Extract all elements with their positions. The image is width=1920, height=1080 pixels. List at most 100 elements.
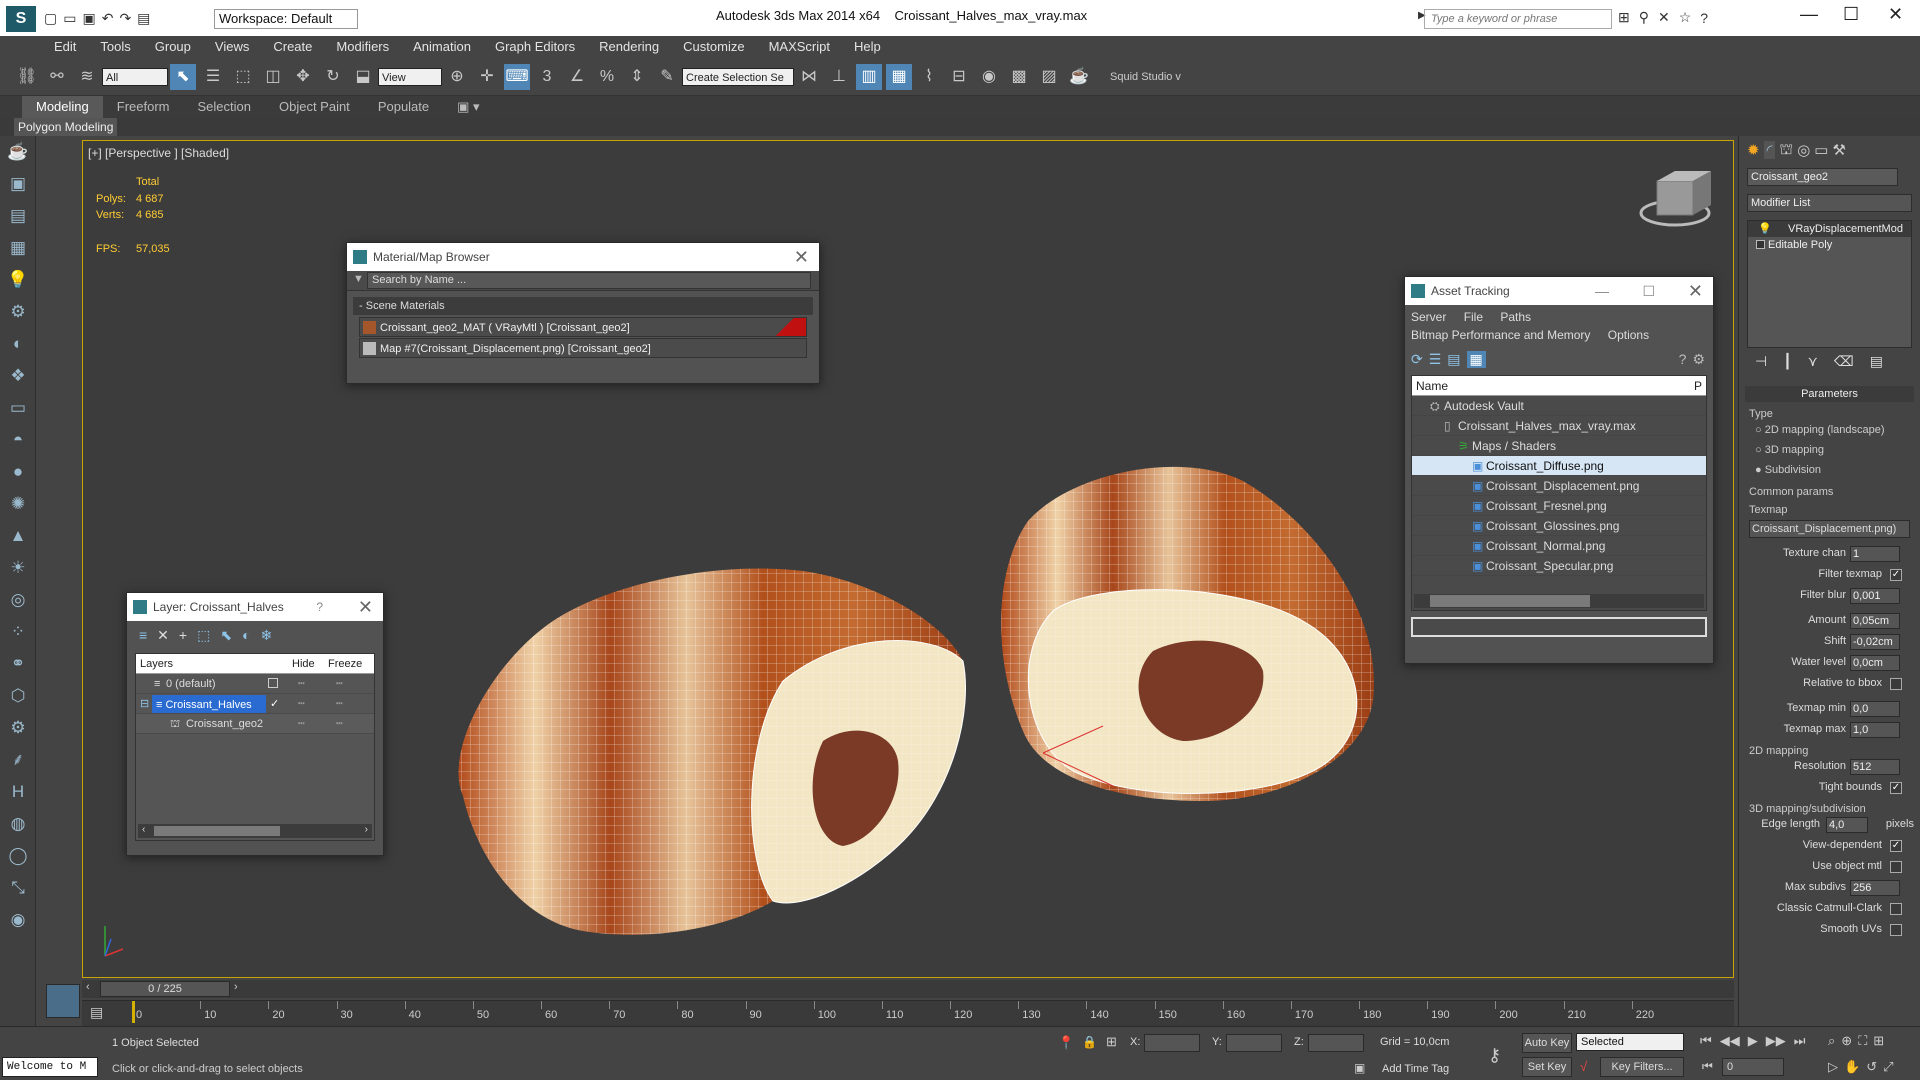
unlink-icon[interactable]: ⚯ [44,64,70,90]
scroll-left-icon[interactable]: ‹ [142,824,145,835]
scale-icon[interactable]: ⬓ [350,64,376,90]
column-name[interactable]: Name [1416,379,1448,393]
helper-icon[interactable]: ◐ [0,328,36,360]
maxscript-listener[interactable]: Welcome to M [2,1057,98,1077]
close-icon[interactable]: ✕ [1688,277,1703,305]
param-spinner[interactable]: 512 [1850,759,1900,775]
go-to-end-icon[interactable]: ⏭ [1794,1033,1806,1049]
menu-customize[interactable]: Customize [671,36,756,58]
asset-row[interactable]: ⛭ Autodesk Vault [1412,396,1706,416]
tab-modeling[interactable]: Modeling [22,96,103,118]
time-slider[interactable]: ‹ 0 / 225 › [82,980,1734,998]
named-selection-dropdown[interactable]: Create Selection Se [682,67,794,86]
help-icon[interactable]: ? [316,593,323,621]
asset-path-field[interactable] [1411,617,1707,637]
key-mode-toggle-icon[interactable]: ⏮ [1702,1059,1713,1074]
play-icon[interactable]: ▶ [1748,1033,1758,1049]
asset-row[interactable]: ⚞ Maps / Shaders [1412,436,1706,456]
pin-stack-icon[interactable]: ⊣ [1755,353,1767,370]
exchange-icon[interactable]: ✕ [1658,9,1670,26]
type-radio-2d[interactable]: ○ 2D mapping (landscape) [1749,420,1910,440]
current-frame-field[interactable]: 0 [1722,1058,1784,1076]
highlight-layer-icon[interactable]: ⬉ [220,627,232,644]
auto-key-button[interactable]: Auto Key [1522,1033,1572,1053]
go-to-start-icon[interactable]: ⏮ [1700,1033,1712,1049]
isolate-icon[interactable]: 📍 [1058,1035,1074,1051]
pan-icon[interactable]: ✋ [1844,1059,1860,1075]
param-spinner[interactable]: -0,02cm [1850,634,1900,650]
save-icon[interactable]: ▣ [82,10,95,27]
scene-explorer-icon[interactable]: ▤ [0,200,36,232]
help-icon[interactable]: ? [1700,10,1708,26]
texture-ball-icon[interactable]: ◍ [0,808,36,840]
menu-tools[interactable]: Tools [88,36,142,58]
asset-row[interactable]: ▣ Croissant_Displacement.png [1412,476,1706,496]
dome-icon[interactable]: ◓ [0,424,36,456]
lens-icon[interactable]: ◉ [0,904,36,936]
percent-snap-icon[interactable]: % [594,64,620,90]
zoom-extents-icon[interactable]: ⛶ [1858,1033,1867,1049]
viewport-label[interactable]: [+] [Perspective ] [Shaded] [88,146,229,160]
spinner-snap-icon[interactable]: ⇕ [624,64,650,90]
maximize-viewport-icon[interactable]: ⤢ [1883,1059,1893,1075]
orbit-icon[interactable]: ↺ [1866,1059,1877,1075]
teapot-icon[interactable]: ☕ [0,136,36,168]
mirror-icon[interactable]: ⋈ [796,64,822,90]
prev-frame-icon[interactable]: ‹ [86,981,90,993]
type-radio-subdivision[interactable]: ● Subdivision [1749,460,1910,480]
hide-toggle[interactable]: ┅ [298,714,305,734]
time-tag-icon[interactable]: ▣ [1354,1061,1365,1075]
freeze-toggle[interactable]: ┅ [336,674,343,694]
rotate-icon[interactable]: ↻ [320,64,346,90]
grass-icon[interactable]: ⸙ [0,744,36,776]
fov-icon[interactable]: ▷ [1828,1059,1838,1075]
bones-icon[interactable]: ⚭ [0,648,36,680]
minimize-button[interactable]: — [1800,4,1818,25]
key-mode-dropdown[interactable]: Selected [1576,1033,1684,1051]
menu-edit[interactable]: Edit [42,36,88,58]
asset-row[interactable]: ▯ Croissant_Halves_max_vray.max [1412,416,1706,436]
time-slider-thumb[interactable]: 0 / 225 [100,981,230,997]
current-layer-checkbox[interactable] [268,678,278,688]
schematic-view-icon[interactable]: ⊟ [946,64,972,90]
select-objects-icon[interactable]: ⬚ [197,627,210,644]
absolute-mode-icon[interactable]: ⊞ [1106,1034,1117,1050]
param-checkbox[interactable] [1890,861,1902,873]
tab-selection[interactable]: Selection [184,96,265,118]
modifier-list-dropdown[interactable]: Modifier List [1747,194,1912,212]
curve-editor-icon[interactable]: ⌇ [916,64,942,90]
column-hide[interactable]: Hide [292,654,315,674]
param-checkbox[interactable]: ✓ [1890,782,1902,794]
app-logo-icon[interactable]: S [6,6,36,32]
param-checkbox[interactable] [1890,903,1902,915]
param-checkbox[interactable] [1890,924,1902,936]
scroll-right-icon[interactable]: › [365,824,368,835]
scene-materials-group[interactable]: - Scene Materials [353,297,813,315]
modifier-stack-item[interactable]: Editable Poly [1748,237,1911,253]
camera-icon[interactable]: ⚙ [0,296,36,328]
column-freeze[interactable]: Freeze [328,654,362,674]
lock-selection-icon[interactable]: 🔒 [1082,1035,1097,1049]
new-file-icon[interactable]: ▢ [44,10,57,27]
select-manipulate-icon[interactable]: ✛ [474,64,500,90]
tab-object-paint[interactable]: Object Paint [265,96,364,118]
align-icon[interactable]: ⊥ [826,64,852,90]
menu-file[interactable]: File [1464,310,1483,324]
layer-row[interactable]: ⛫ Croissant_geo2 ┅ ┅ [136,714,374,734]
menu-create[interactable]: Create [261,36,324,58]
show-end-result-icon[interactable]: ┃ [1783,353,1791,370]
pivot-center-icon[interactable]: ⊕ [444,64,470,90]
move-icon[interactable]: ✥ [290,64,316,90]
add-to-layer-icon[interactable]: + [179,627,187,643]
key-icon[interactable]: ⚷ [1488,1045,1501,1066]
hide-toggle[interactable]: ┅ [298,694,305,714]
expand-box-icon[interactable] [1756,240,1765,249]
configure-sets-icon[interactable]: ▤ [1870,353,1883,370]
close-icon[interactable]: ✕ [358,593,373,621]
window-crossing-icon[interactable]: ◫ [260,64,286,90]
bind-space-warp-icon[interactable]: ≋ [74,64,100,90]
key-icon[interactable]: ⚲ [1639,9,1649,26]
zoom-extents-all-icon[interactable]: ⊞ [1873,1033,1884,1049]
layer-window-titlebar[interactable]: Layer: Croissant_Halves ? ✕ [127,593,383,621]
croissant-left-half[interactable] [458,568,966,935]
